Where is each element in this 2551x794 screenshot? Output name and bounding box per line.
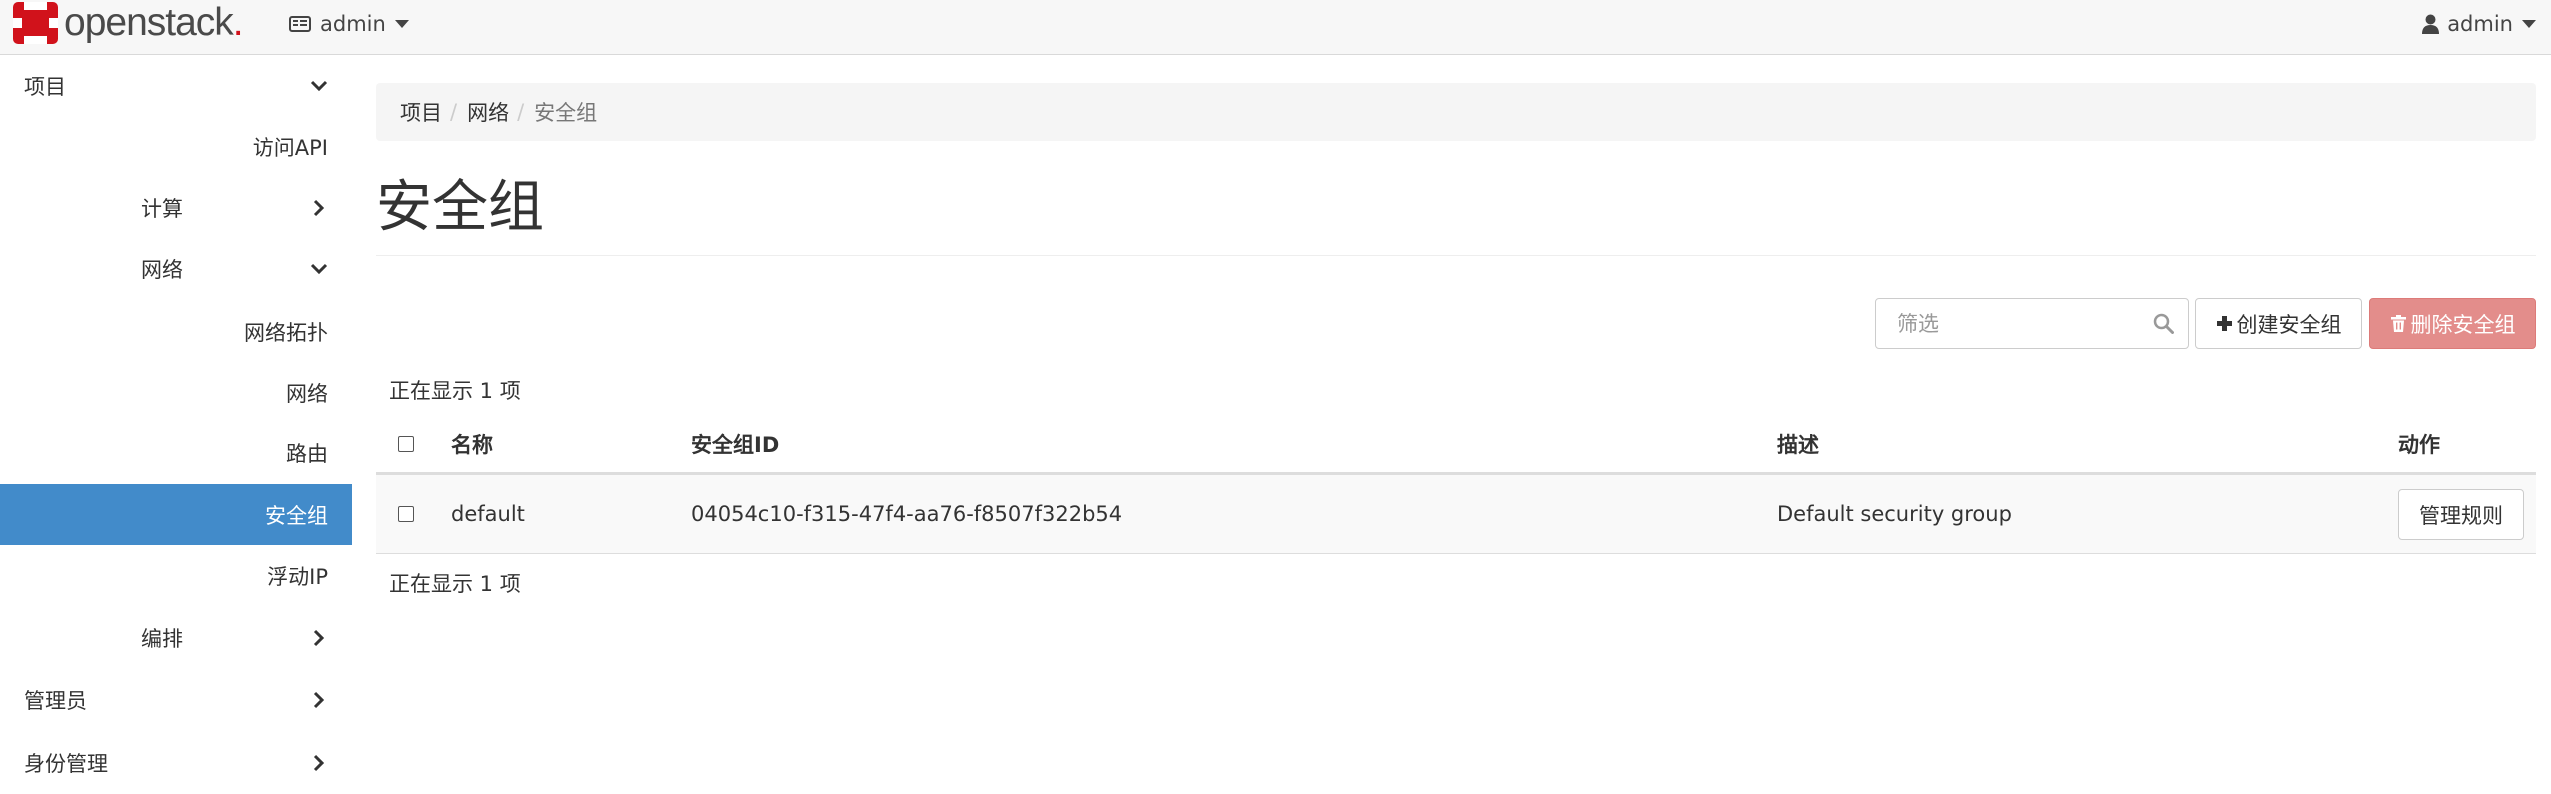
table-header: 名称 安全组ID 描述 动作: [376, 416, 2536, 475]
user-icon: [2422, 14, 2440, 34]
sidebar-item-compute[interactable]: 计算: [0, 177, 352, 238]
page-title: 安全组: [376, 175, 544, 240]
table-row: default 04054c10-f315-47f4-aa76-f8507f32…: [376, 475, 2536, 554]
openstack-logo-icon: [13, 2, 58, 44]
sidebar-item-label: 身份管理: [24, 751, 108, 776]
project-icon: [289, 16, 311, 32]
search-icon[interactable]: [2153, 313, 2174, 334]
breadcrumb-item-current: 安全组: [534, 101, 598, 125]
create-security-group-button[interactable]: 创建安全组: [2195, 298, 2362, 349]
chevron-right-icon: [313, 629, 325, 646]
item-count-footer: 正在显示 1 项: [389, 572, 521, 596]
filter-box: [1875, 298, 2189, 349]
delete-security-group-button[interactable]: 删除安全组: [2369, 298, 2536, 349]
openstack-logo[interactable]: openstack.: [13, 1, 244, 44]
brand-name: openstack.: [64, 1, 244, 44]
caret-down-icon: [394, 20, 409, 28]
sidebar-item-label: 编排: [141, 626, 183, 651]
row-id: 04054c10-f315-47f4-aa76-f8507f322b54: [691, 502, 1123, 526]
sidebar-item-access-api[interactable]: 访问API: [0, 116, 352, 177]
delete-security-group-label: 删除安全组: [2410, 312, 2516, 337]
select-all-cell: [398, 416, 414, 472]
row-checkbox[interactable]: [398, 506, 414, 522]
sidebar-item-network-group[interactable]: 网络: [0, 238, 352, 299]
sidebar-item-identity[interactable]: 身份管理: [0, 732, 352, 793]
select-all-checkbox[interactable]: [398, 436, 414, 452]
breadcrumb: 项目 / 网络 / 安全组: [376, 83, 2536, 141]
sidebar-item-label: 路由: [286, 441, 328, 466]
sidebar-item-label: 网络: [286, 381, 328, 406]
chevron-down-icon: [310, 80, 328, 91]
project-switcher-label: admin: [320, 12, 386, 36]
sidebar-item-admin[interactable]: 管理员: [0, 669, 352, 730]
sidebar-item-label: 安全组: [265, 503, 328, 528]
sidebar-item-security-groups[interactable]: 安全组: [0, 484, 352, 545]
top-navbar: openstack. admin admin: [0, 0, 2551, 55]
breadcrumb-separator: /: [517, 100, 525, 124]
user-menu[interactable]: admin: [2422, 9, 2536, 39]
sidebar-item-label: 访问API: [252, 135, 328, 160]
filter-input[interactable]: [1877, 300, 2147, 347]
row-description: Default security group: [1777, 502, 2012, 526]
plus-icon: [2216, 316, 2232, 331]
breadcrumb-item-network[interactable]: 网络: [467, 97, 509, 127]
chevron-right-icon: [313, 199, 325, 216]
breadcrumb-item-project[interactable]: 项目: [400, 97, 442, 127]
sidebar-item-label: 网络拓扑: [244, 320, 328, 345]
item-count: 正在显示 1 项: [389, 379, 521, 403]
sidebar-item-network-topology[interactable]: 网络拓扑: [0, 301, 352, 362]
sidebar-item-label: 计算: [141, 196, 183, 221]
sidebar-item-label: 浮动IP: [267, 564, 328, 589]
row-select-cell: [398, 475, 414, 553]
column-header-name[interactable]: 名称: [451, 416, 493, 472]
security-groups-table: 名称 安全组ID 描述 动作 default 04054c10-f315-47f…: [376, 416, 2536, 554]
trash-icon: [2390, 315, 2406, 332]
chevron-right-icon: [313, 754, 325, 771]
divider: [376, 255, 2536, 256]
create-security-group-label: 创建安全组: [2236, 312, 2342, 337]
sidebar-item-networks[interactable]: 网络: [0, 362, 352, 423]
sidebar-item-floating-ips[interactable]: 浮动IP: [0, 545, 352, 606]
sidebar-item-orchestration[interactable]: 编排: [0, 607, 352, 668]
sidebar-item-label: 管理员: [24, 688, 87, 713]
chevron-right-icon: [313, 691, 325, 708]
sidebar: 项目 访问API 计算 网络 网络拓扑 网络 路由 安全组 浮动IP 编排 管理…: [0, 55, 352, 794]
caret-down-icon: [2522, 20, 2536, 28]
user-menu-label: admin: [2447, 12, 2513, 36]
project-switcher[interactable]: admin: [289, 9, 409, 39]
sidebar-item-label: 网络: [141, 257, 183, 282]
sidebar-item-label: 项目: [24, 74, 66, 99]
sidebar-item-project[interactable]: 项目: [0, 55, 352, 116]
chevron-down-icon: [310, 263, 328, 274]
row-name[interactable]: default: [451, 475, 525, 553]
column-header-actions: 动作: [2398, 433, 2440, 457]
sidebar-item-routers[interactable]: 路由: [0, 422, 352, 483]
column-header-description[interactable]: 描述: [1777, 416, 1819, 472]
breadcrumb-separator: /: [450, 100, 458, 124]
manage-rules-button[interactable]: 管理规则: [2398, 489, 2524, 540]
column-header-id[interactable]: 安全组ID: [691, 416, 779, 472]
